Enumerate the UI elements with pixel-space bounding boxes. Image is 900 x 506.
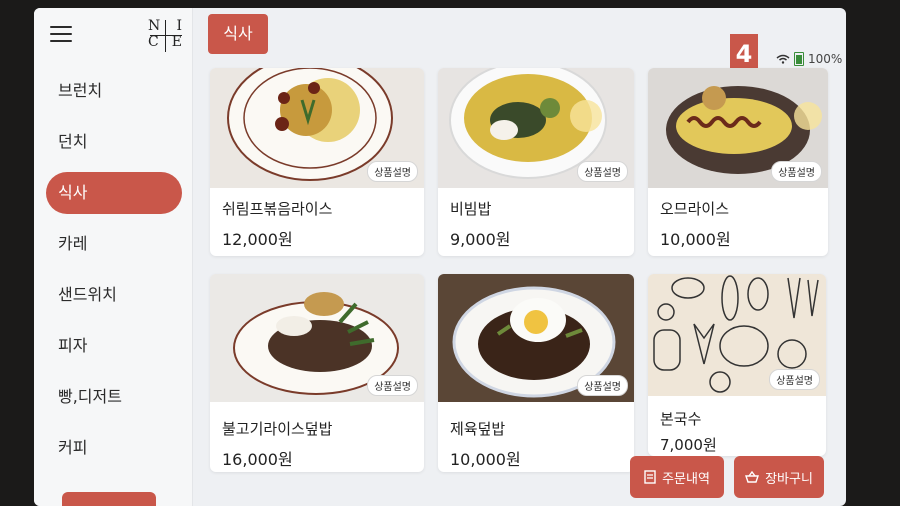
- description-button[interactable]: 상품설명: [769, 369, 820, 390]
- menu-item-name: 본국수: [660, 410, 702, 428]
- menu-icon[interactable]: [50, 26, 72, 42]
- sidebar-item-coffee[interactable]: 커피: [46, 427, 182, 469]
- tab-meal[interactable]: 식사: [208, 14, 268, 54]
- menu-item-name: 제육덮밥: [450, 420, 506, 438]
- menu-item-name: 불고기라이스덮밥: [222, 420, 333, 438]
- description-button[interactable]: 상품설명: [367, 161, 418, 182]
- vegetable-illustration-placeholder: 상품설명: [648, 274, 826, 396]
- cart-label: 장바구니: [765, 471, 813, 487]
- menu-item-price: 16,000원: [222, 450, 293, 469]
- sidebar-item-lunch[interactable]: 던치: [46, 121, 182, 163]
- menu-item-price: 9,000원: [450, 230, 511, 249]
- menu-card[interactable]: 상품설명 오므라이스 10,000원: [648, 68, 828, 256]
- menu-item-price: 10,000원: [450, 450, 521, 469]
- menu-card[interactable]: 상품설명 본국수 7,000원: [648, 274, 826, 456]
- battery-icon: [794, 52, 804, 66]
- description-button[interactable]: 상품설명: [771, 161, 822, 182]
- jeyuk-rice-bowl-photo: 상품설명: [438, 274, 634, 402]
- description-button[interactable]: 상품설명: [577, 375, 628, 396]
- sidebar-item-bread-dessert[interactable]: 빵,디저트: [46, 376, 182, 418]
- omurice-photo: 상품설명: [648, 68, 828, 188]
- order-history-label: 주문내역: [662, 471, 710, 487]
- order-history-button[interactable]: 주문내역: [630, 456, 724, 498]
- menu-card[interactable]: 상품설명 제육덮밥 10,000원: [438, 274, 634, 472]
- menu-grid: 상품설명 쉬림프볶음라이스 12,000원 상품설명 비빔밥 9,000원 상품…: [206, 68, 842, 488]
- wifi-icon: [776, 54, 790, 64]
- sidebar-item-curry[interactable]: 카레: [46, 223, 182, 265]
- menu-item-name: 비빔밥: [450, 200, 492, 218]
- bibimbap-photo: 상품설명: [438, 68, 634, 188]
- receipt-icon: [644, 470, 656, 484]
- sidebar-item-meal[interactable]: 식사: [46, 172, 182, 214]
- category-sidebar: NI CE 브런치 던치 식사 카레 샌드위치 피자 빵,디저트 커피: [34, 8, 193, 506]
- description-button[interactable]: 상품설명: [367, 375, 418, 396]
- menu-card[interactable]: 상품설명 쉬림프볶음라이스 12,000원: [210, 68, 424, 256]
- kiosk-screen: NI CE 브런치 던치 식사 카레 샌드위치 피자 빵,디저트 커피 식사 4…: [34, 8, 846, 506]
- sidebar-item-sandwich[interactable]: 샌드위치: [46, 274, 182, 316]
- brand-logo: NI CE: [148, 18, 184, 52]
- menu-item-price: 7,000원: [660, 436, 717, 454]
- sidebar-bottom-button[interactable]: [62, 492, 156, 506]
- bulgogi-rice-bowl-photo: 상품설명: [210, 274, 424, 402]
- shrimp-fried-rice-photo: 상품설명: [210, 68, 424, 188]
- menu-item-price: 12,000원: [222, 230, 293, 249]
- description-button[interactable]: 상품설명: [577, 161, 628, 182]
- sidebar-item-brunch[interactable]: 브런치: [46, 70, 182, 112]
- status-bar: 100%: [776, 52, 842, 66]
- battery-level: 100%: [808, 52, 843, 66]
- menu-card[interactable]: 상품설명 불고기라이스덮밥 16,000원: [210, 274, 424, 472]
- menu-item-name: 오므라이스: [660, 200, 730, 218]
- menu-card[interactable]: 상품설명 비빔밥 9,000원: [438, 68, 634, 256]
- basket-icon: [745, 471, 760, 483]
- menu-item-price: 10,000원: [660, 230, 731, 249]
- menu-item-name: 쉬림프볶음라이스: [222, 200, 333, 218]
- cart-button[interactable]: 장바구니: [734, 456, 824, 498]
- sidebar-item-pizza[interactable]: 피자: [46, 325, 182, 367]
